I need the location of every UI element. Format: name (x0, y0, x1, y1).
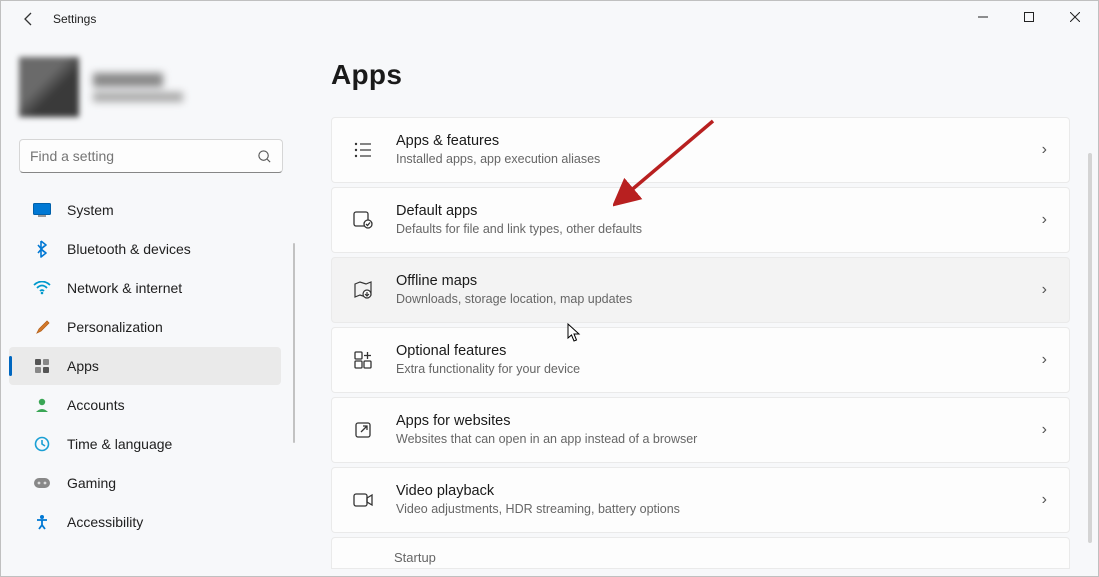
window-controls (960, 1, 1098, 33)
add-feature-icon (352, 349, 374, 371)
main-panel: Apps Apps & featuresInstalled apps, app … (301, 37, 1098, 576)
card-startup-partial[interactable]: Startup (331, 537, 1070, 569)
sidebar-item-bluetooth[interactable]: Bluetooth & devices (9, 230, 281, 268)
sidebar-item-gaming[interactable]: Gaming (9, 464, 281, 502)
back-button[interactable] (19, 9, 39, 29)
card-title: Apps for websites (396, 412, 1020, 432)
card-subtitle: Installed apps, app execution aliases (396, 151, 1020, 168)
card-title: Offline maps (396, 272, 1020, 292)
sidebar-item-label: Network & internet (67, 280, 182, 296)
profile-info (93, 73, 183, 102)
card-subtitle: Extra functionality for your device (396, 361, 1020, 378)
card-default-apps[interactable]: Default appsDefaults for file and link t… (331, 187, 1070, 253)
sidebar-item-time[interactable]: Time & language (9, 425, 281, 463)
sidebar-item-personalization[interactable]: Personalization (9, 308, 281, 346)
gamepad-icon (33, 474, 51, 492)
accessibility-icon (33, 513, 51, 531)
video-icon (352, 489, 374, 511)
card-apps-features[interactable]: Apps & featuresInstalled apps, app execu… (331, 117, 1070, 183)
search-icon (257, 149, 272, 164)
user-profile[interactable] (1, 45, 301, 135)
sidebar-scrollbar[interactable] (293, 243, 295, 443)
search-input[interactable] (30, 148, 257, 164)
card-apps-websites[interactable]: Apps for websitesWebsites that can open … (331, 397, 1070, 463)
clock-icon (33, 435, 51, 453)
sidebar-item-label: Time & language (67, 436, 172, 452)
card-title: Default apps (396, 202, 1020, 222)
chevron-right-icon: › (1042, 281, 1047, 299)
sidebar-item-apps[interactable]: Apps (9, 347, 281, 385)
main-scrollbar[interactable] (1088, 153, 1092, 543)
open-external-icon (352, 419, 374, 441)
page-title: Apps (331, 59, 1070, 91)
map-icon (352, 279, 374, 301)
sidebar-item-accounts[interactable]: Accounts (9, 386, 281, 424)
sidebar-item-label: Gaming (67, 475, 116, 491)
bluetooth-icon (33, 240, 51, 258)
search-box[interactable] (19, 139, 283, 173)
minimize-button[interactable] (960, 1, 1006, 33)
account-icon (33, 396, 51, 414)
card-offline-maps[interactable]: Offline mapsDownloads, storage location,… (331, 257, 1070, 323)
wifi-icon (33, 279, 51, 297)
nav-list: System Bluetooth & devices Network & int… (1, 191, 301, 541)
maximize-button[interactable] (1006, 1, 1052, 33)
chevron-right-icon: › (1042, 351, 1047, 369)
chevron-right-icon: › (1042, 421, 1047, 439)
card-optional-features[interactable]: Optional featuresExtra functionality for… (331, 327, 1070, 393)
card-title: Optional features (396, 342, 1020, 362)
system-icon (33, 201, 51, 219)
app-title: Settings (53, 12, 96, 26)
chevron-right-icon: › (1042, 211, 1047, 229)
card-subtitle: Downloads, storage location, map updates (396, 291, 1020, 308)
titlebar: Settings (1, 1, 1098, 37)
list-icon (352, 139, 374, 161)
sidebar-item-label: Bluetooth & devices (67, 241, 191, 257)
card-subtitle: Defaults for file and link types, other … (396, 221, 1020, 238)
sidebar-item-system[interactable]: System (9, 191, 281, 229)
sidebar-item-accessibility[interactable]: Accessibility (9, 503, 281, 541)
avatar (19, 57, 79, 117)
card-video-playback[interactable]: Video playbackVideo adjustments, HDR str… (331, 467, 1070, 533)
sidebar: System Bluetooth & devices Network & int… (1, 37, 301, 576)
sidebar-item-network[interactable]: Network & internet (9, 269, 281, 307)
sidebar-item-label: Accounts (67, 397, 125, 413)
brush-icon (33, 318, 51, 336)
sidebar-item-label: Accessibility (67, 514, 143, 530)
apps-icon (33, 357, 51, 375)
sidebar-item-label: Apps (67, 358, 99, 374)
card-subtitle: Websites that can open in an app instead… (396, 431, 1020, 448)
close-button[interactable] (1052, 1, 1098, 33)
sidebar-item-label: System (67, 202, 114, 218)
card-subtitle: Video adjustments, HDR streaming, batter… (396, 501, 1020, 518)
card-title: Apps & features (396, 132, 1020, 152)
sidebar-item-label: Personalization (67, 319, 163, 335)
chevron-right-icon: › (1042, 491, 1047, 509)
default-apps-icon (352, 209, 374, 231)
chevron-right-icon: › (1042, 141, 1047, 159)
card-title: Video playback (396, 482, 1020, 502)
card-title: Startup (394, 550, 436, 565)
